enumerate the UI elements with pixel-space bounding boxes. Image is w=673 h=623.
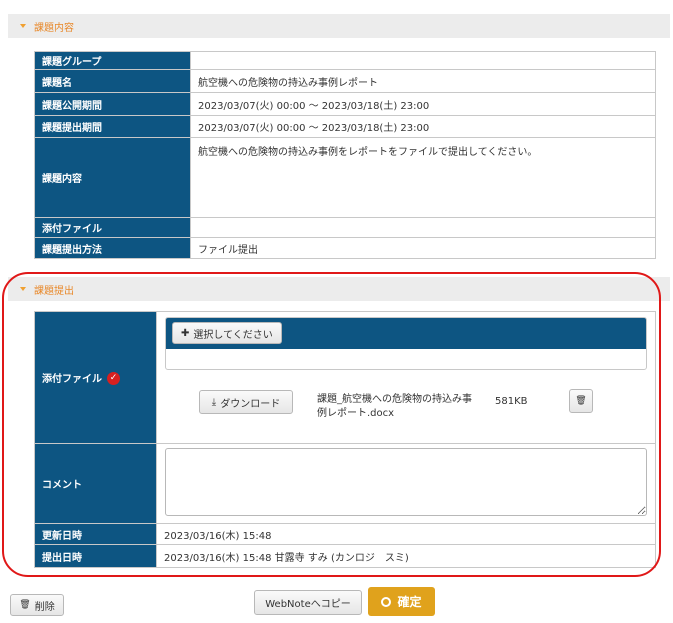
table-row: 課題提出方法 ファイル提出: [34, 237, 656, 259]
submission-section-header[interactable]: 課題提出: [8, 277, 670, 301]
row-label: 課題公開期間: [34, 92, 191, 116]
circle-icon: [381, 596, 392, 607]
row-label: 課題名: [34, 69, 191, 93]
table-row: 課題名 航空機への危険物の持込み事例レポート: [34, 69, 656, 93]
delete-button[interactable]: 🗑 削除: [10, 594, 64, 616]
assignment-section-header[interactable]: 課題内容: [8, 14, 670, 38]
file-select-bar: ✚ 選択してください: [166, 318, 646, 349]
row-value: 2023/03/07(火) 00:00 ～ 2023/03/18(土) 23:0…: [190, 92, 656, 116]
delete-label: 削除: [34, 601, 55, 613]
attachment-label-cell: 添付ファイル ✓: [34, 311, 157, 444]
updated-label: 更新日時: [34, 523, 157, 545]
submission-section-title: 課題提出: [34, 285, 74, 297]
row-value: [190, 217, 656, 238]
file-dropzone[interactable]: ✚ 選択してください: [165, 317, 647, 370]
row-value: 航空機への危険物の持込み事例をレポートをファイルで提出してください。: [190, 137, 656, 218]
trash-icon: 🗑: [19, 600, 31, 610]
download-icon: ⤓: [211, 396, 217, 408]
row-value: 航空機への危険物の持込み事例レポート: [190, 69, 656, 93]
submission-table: 添付ファイル ✓ ✚ 選択してください ⤓ ダウンロード 課題_航空機への危険物の…: [34, 311, 656, 568]
row-label: 添付ファイル: [34, 217, 191, 238]
select-file-button[interactable]: ✚ 選択してください: [172, 322, 282, 344]
table-row: 課題公開期間 2023/03/07(火) 00:00 ～ 2023/03/18(…: [34, 92, 656, 116]
required-check-icon: ✓: [107, 372, 120, 386]
submitted-label: 提出日時: [34, 544, 157, 568]
row-label: 課題内容: [34, 137, 191, 218]
updated-value: 2023/03/16(木) 15:48: [156, 523, 656, 545]
confirm-label: 確定: [397, 595, 422, 609]
table-row: 添付ファイル: [34, 217, 656, 238]
file-size: 581KB: [495, 396, 528, 407]
assignment-info-table: 課題グループ 課題名 航空機への危険物の持込み事例レポート 課題公開期間 202…: [34, 51, 656, 259]
caret-down-icon: [20, 24, 26, 28]
confirm-button[interactable]: 確定: [368, 587, 435, 616]
table-row: 更新日時 2023/03/16(木) 15:48: [34, 523, 656, 545]
attachment-cell: ✚ 選択してください ⤓ ダウンロード 課題_航空機への危険物の持込み事例レポー…: [156, 311, 656, 444]
comment-label: コメント: [34, 443, 157, 524]
file-name[interactable]: 課題_航空機への危険物の持込み事例レポート.docx: [317, 393, 472, 421]
row-label: 課題グループ: [34, 51, 191, 70]
webnote-copy-button[interactable]: WebNoteへコピー: [254, 590, 362, 615]
row-value: 2023/03/07(火) 00:00 ～ 2023/03/18(土) 23:0…: [190, 115, 656, 138]
table-row: 課題内容 航空機への危険物の持込み事例をレポートをファイルで提出してください。: [34, 137, 656, 218]
table-row: 提出日時 2023/03/16(木) 15:48 甘露寺 すみ (カンロジ スミ…: [34, 544, 656, 568]
table-row: 課題提出期間 2023/03/07(火) 00:00 ～ 2023/03/18(…: [34, 115, 656, 138]
comment-textarea[interactable]: [165, 448, 647, 516]
row-value: [190, 51, 656, 70]
row-value: ファイル提出: [190, 237, 656, 259]
download-button[interactable]: ⤓ ダウンロード: [199, 390, 293, 414]
webnote-copy-label: WebNoteへコピー: [265, 599, 351, 610]
plus-icon: ✚: [181, 327, 190, 339]
table-row: 課題グループ: [34, 51, 656, 70]
caret-down-icon: [20, 287, 26, 291]
select-file-label: 選択してください: [193, 329, 273, 341]
trash-icon: 🗑: [575, 396, 587, 406]
table-row: コメント: [34, 443, 656, 524]
submitted-value: 2023/03/16(木) 15:48 甘露寺 すみ (カンロジ スミ): [156, 544, 656, 568]
assignment-section-title: 課題内容: [34, 22, 74, 34]
attachment-label: 添付ファイル: [42, 373, 102, 385]
row-label: 課題提出期間: [34, 115, 191, 138]
comment-cell: [156, 443, 656, 524]
download-label: ダウンロード: [220, 398, 281, 410]
delete-file-button[interactable]: 🗑: [569, 389, 593, 413]
row-label: 課題提出方法: [34, 237, 191, 259]
table-row: 添付ファイル ✓ ✚ 選択してください ⤓ ダウンロード 課題_航空機への危険物の…: [34, 311, 656, 444]
